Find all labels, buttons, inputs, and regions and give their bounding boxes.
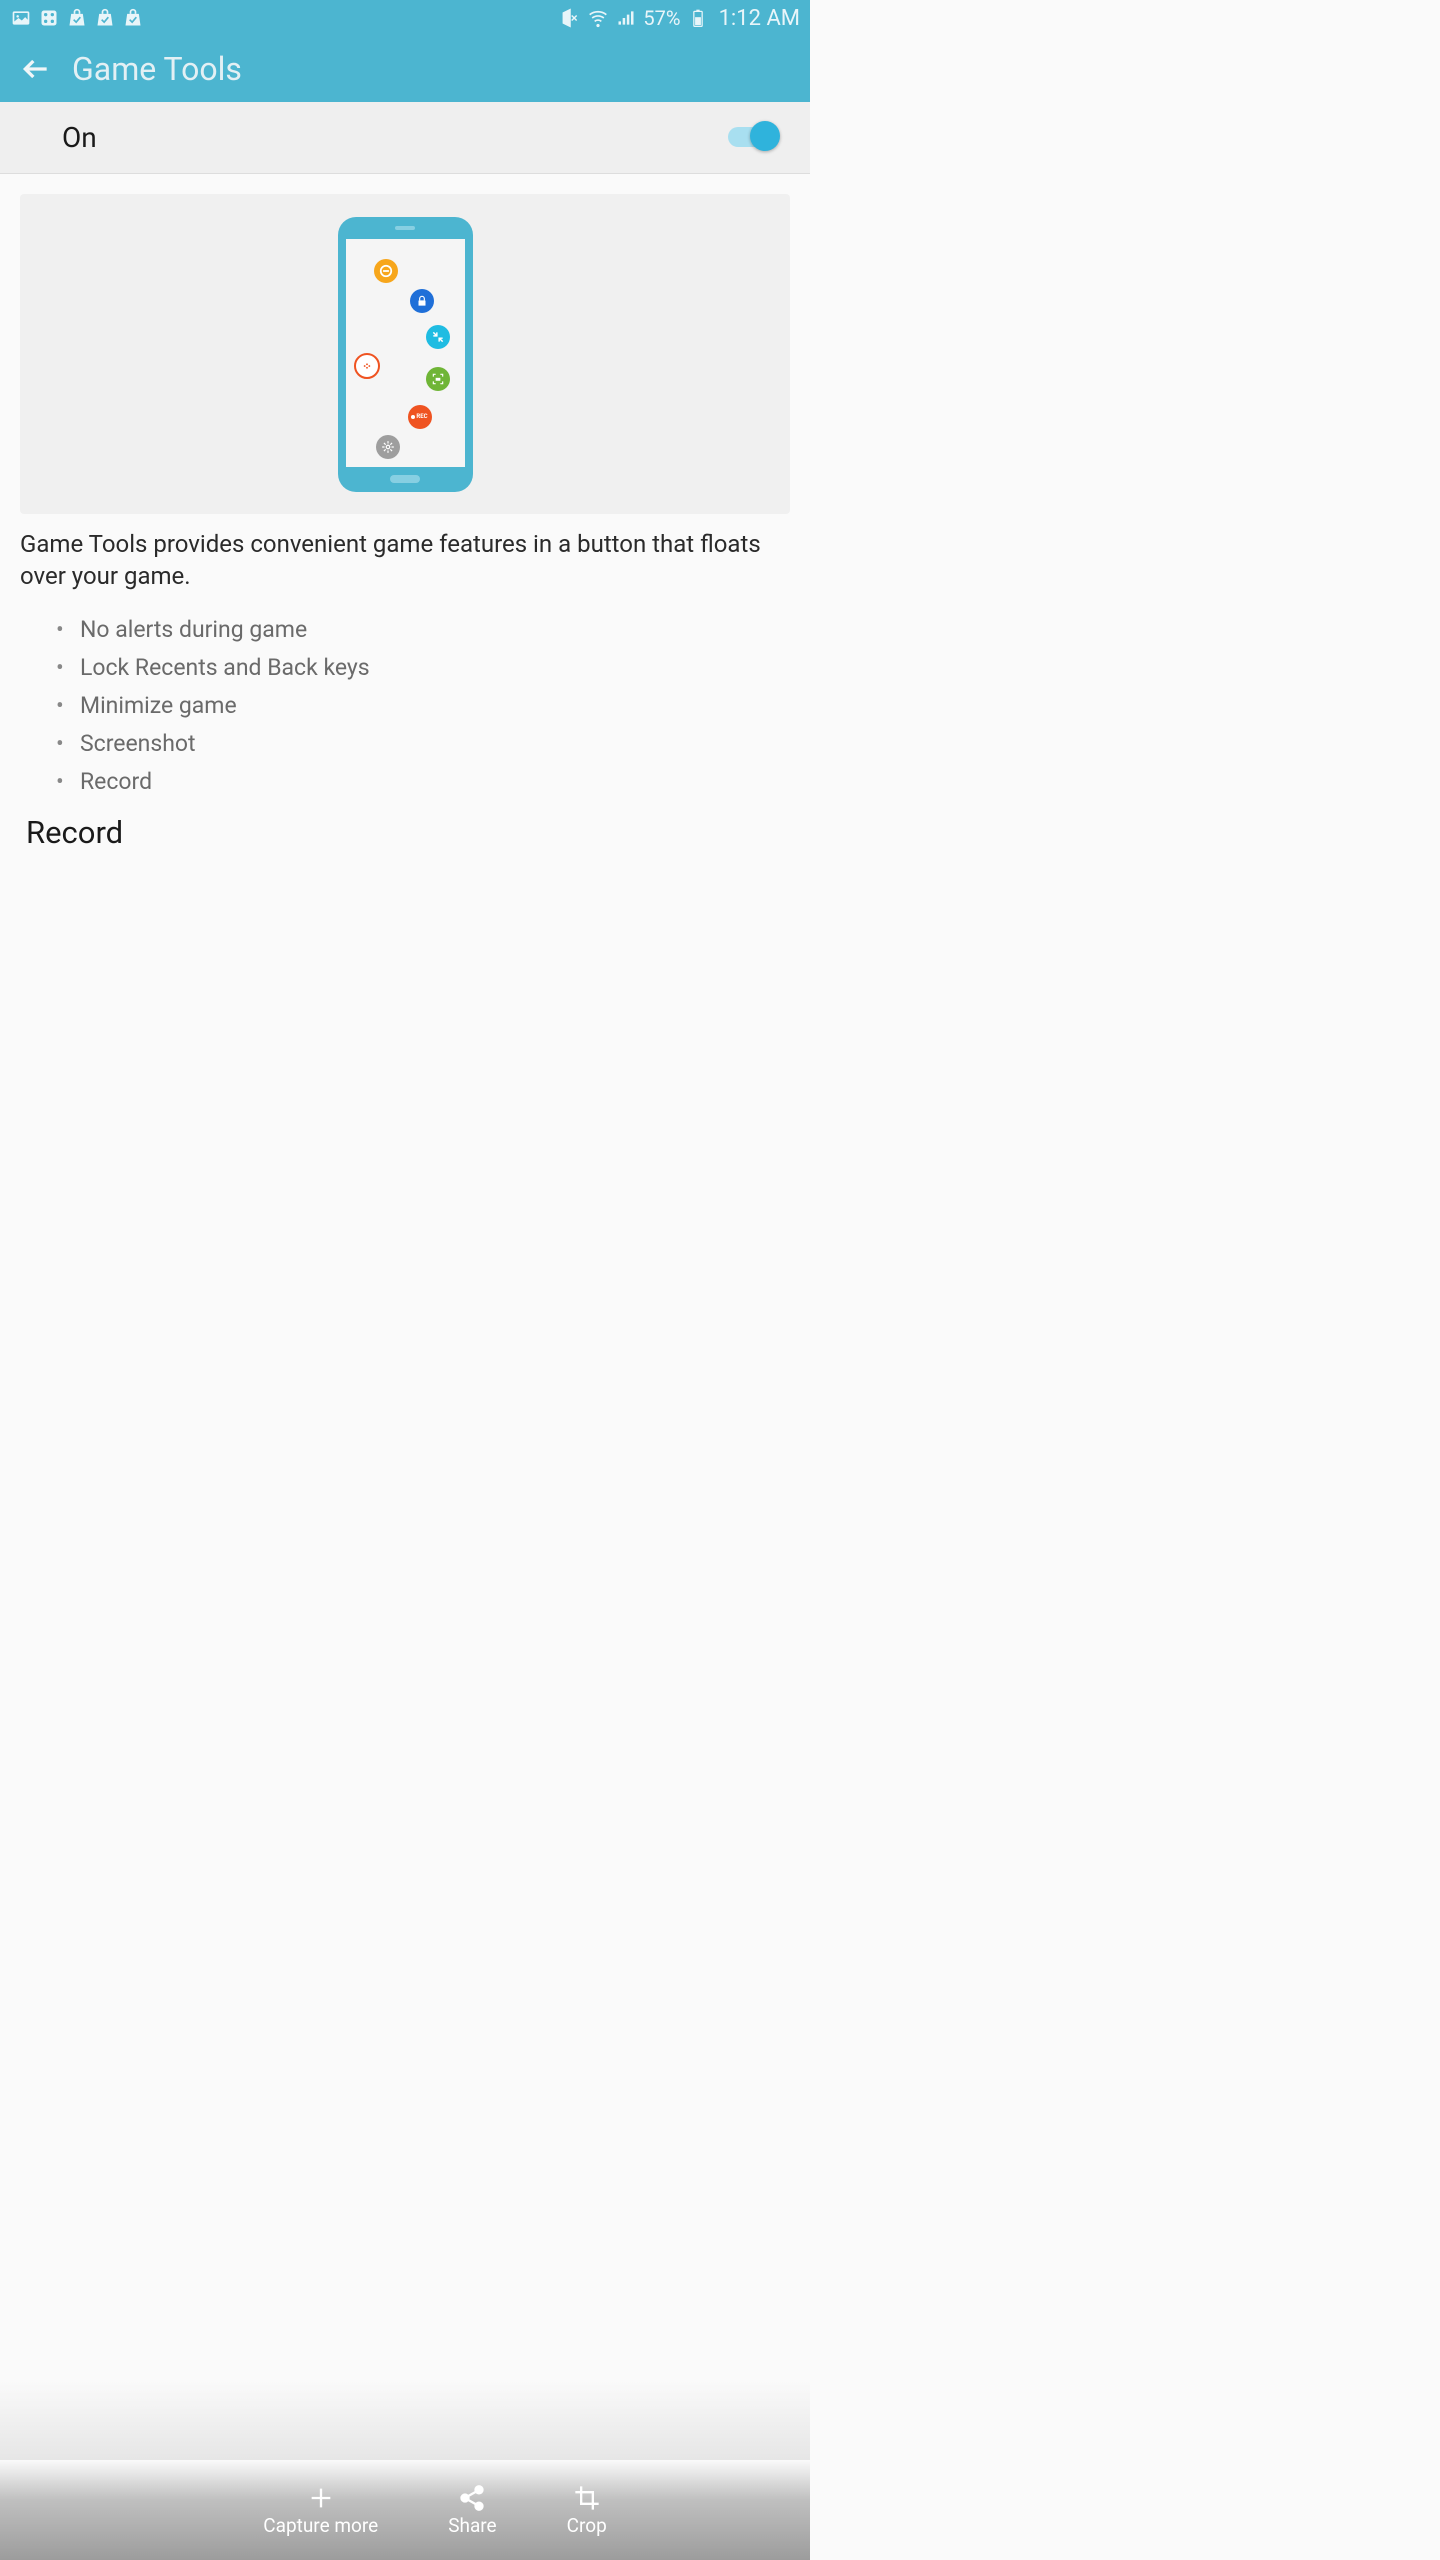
task-notification-icon xyxy=(94,7,116,29)
fade-overlay xyxy=(0,2380,810,2460)
status-left-icons xyxy=(10,7,144,29)
share-icon xyxy=(458,2484,486,2512)
section-heading: Record xyxy=(20,814,790,851)
list-item: Lock Recents and Back keys xyxy=(56,649,790,687)
wifi-icon xyxy=(587,7,609,29)
crop-label: Crop xyxy=(567,2516,607,2537)
phone-screen: REC xyxy=(346,239,465,467)
toggle-thumb xyxy=(750,121,780,151)
screenshot-icon xyxy=(426,367,450,391)
no-alerts-icon xyxy=(374,259,398,283)
share-button[interactable]: Share xyxy=(448,2484,496,2537)
app-header: Game Tools xyxy=(0,36,810,102)
app-notification-icon xyxy=(38,7,60,29)
screenshot-action-bar: Capture more Share Crop xyxy=(0,2460,810,2560)
task2-notification-icon xyxy=(122,7,144,29)
back-arrow-icon[interactable] xyxy=(20,53,52,85)
settings-icon xyxy=(376,435,400,459)
gamepad-icon xyxy=(354,353,380,379)
lock-icon xyxy=(410,289,434,313)
list-item: Minimize game xyxy=(56,687,790,725)
page-title: Game Tools xyxy=(72,50,242,88)
image-notification-icon xyxy=(10,7,32,29)
list-item: Record xyxy=(56,763,790,801)
battery-icon xyxy=(687,7,709,29)
toggle-label: On xyxy=(62,121,97,154)
list-item: Screenshot xyxy=(56,725,790,763)
crop-icon xyxy=(573,2484,601,2512)
description-text: Game Tools provides convenient game feat… xyxy=(20,528,790,593)
battery-percentage: 57% xyxy=(643,6,680,30)
status-bar: 57% 1:12 AM xyxy=(0,0,810,36)
crop-button[interactable]: Crop xyxy=(567,2484,607,2537)
plus-icon xyxy=(307,2484,335,2512)
record-icon: REC xyxy=(408,405,432,429)
clock-time: 1:12 AM xyxy=(719,6,800,31)
share-label: Share xyxy=(448,2516,496,2537)
vibrate-icon xyxy=(559,7,581,29)
hero-illustration: REC xyxy=(20,194,790,514)
list-item: No alerts during game xyxy=(56,611,790,649)
minimize-icon xyxy=(426,325,450,349)
features-list: No alerts during game Lock Recents and B… xyxy=(20,611,790,801)
status-right: 57% 1:12 AM xyxy=(559,6,800,31)
store-notification-icon xyxy=(66,7,88,29)
toggle-switch[interactable] xyxy=(728,123,780,153)
capture-more-button[interactable]: Capture more xyxy=(263,2484,378,2537)
signal-icon xyxy=(615,7,637,29)
capture-label: Capture more xyxy=(263,2516,378,2537)
toggle-row[interactable]: On xyxy=(0,102,810,174)
main-content: REC Game Tools provides convenient game … xyxy=(0,174,810,871)
phone-mockup: REC xyxy=(338,217,473,492)
